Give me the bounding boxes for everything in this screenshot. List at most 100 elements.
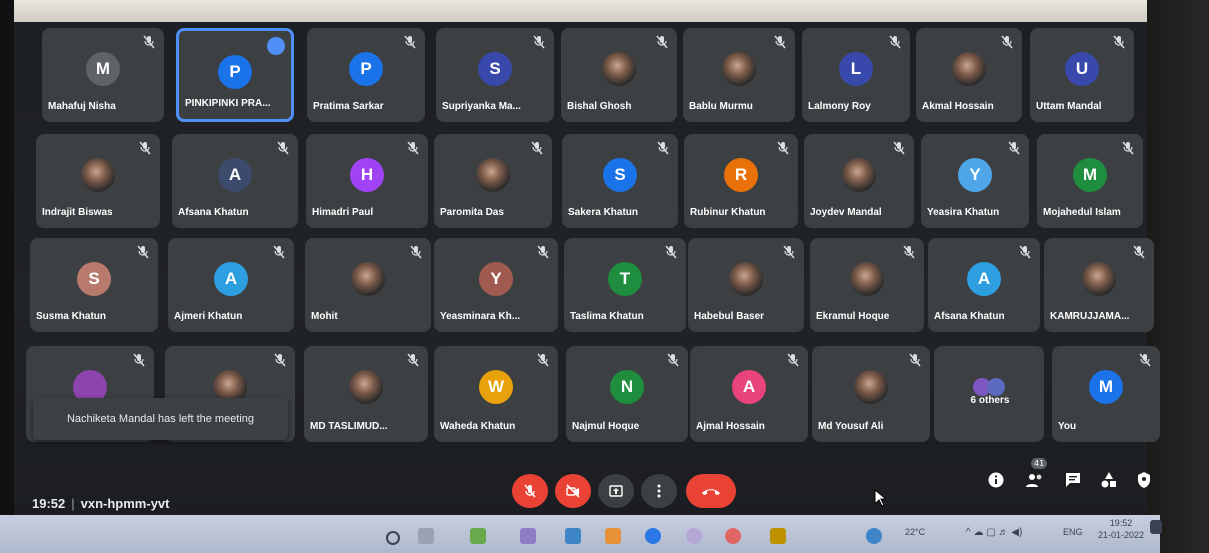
participant-tile[interactable]: S Susma Khatun xyxy=(30,238,158,332)
participant-name: Bablu Murmu xyxy=(689,101,753,112)
participant-tile[interactable]: Bablu Murmu xyxy=(683,28,795,122)
taskbar-clock[interactable]: 19:52 21-01-2022 xyxy=(1098,517,1144,541)
participant-tile[interactable]: Habebul Baser xyxy=(688,238,804,332)
meeting-details-button[interactable] xyxy=(984,468,1008,492)
search-icon[interactable] xyxy=(386,531,400,545)
participant-tile[interactable]: A Ajmal Hossain xyxy=(690,346,808,442)
mic-muted-icon xyxy=(888,34,902,49)
participant-avatar xyxy=(476,158,510,192)
app-icon[interactable] xyxy=(866,528,882,544)
participant-name: Indrajit Biswas xyxy=(42,207,113,218)
participant-tile[interactable]: Bishal Ghosh xyxy=(561,28,677,122)
people-icon xyxy=(1026,474,1042,487)
participant-tile[interactable]: P Pratima Sarkar xyxy=(307,28,425,122)
tray-icons[interactable]: ^ ☁ ▢ ♬ ◀) xyxy=(966,527,1022,538)
end-call-button[interactable] xyxy=(686,474,736,508)
mic-muted-icon xyxy=(656,140,670,155)
participant-tile[interactable]: Paromita Das xyxy=(434,134,552,228)
participant-tile[interactable]: T Taslima Khatun xyxy=(564,238,686,332)
task-view-icon[interactable] xyxy=(418,528,434,544)
mic-muted-icon xyxy=(1138,352,1152,367)
participant-name: Taslima Khatun xyxy=(570,311,644,322)
window-top-edge xyxy=(0,0,1209,22)
mic-muted-icon xyxy=(272,244,286,259)
chrome-icon[interactable] xyxy=(725,528,741,544)
edge-icon[interactable] xyxy=(645,528,661,544)
mic-muted-icon xyxy=(132,352,146,367)
activities-icon xyxy=(1101,472,1116,488)
participant-avatar xyxy=(349,370,383,404)
participant-tile[interactable]: S Supriyanka Ma... xyxy=(436,28,554,122)
mic-muted-icon xyxy=(1132,244,1146,259)
participant-name: Yeasminara Kh... xyxy=(440,311,521,322)
mic-muted-icon xyxy=(532,34,546,49)
mic-muted-icon xyxy=(403,34,417,49)
camera-off-button[interactable] xyxy=(555,474,591,508)
participant-name: Afsana Khatun xyxy=(934,311,1005,322)
mic-muted-icon xyxy=(406,352,420,367)
participant-tile[interactable]: M Mojahedul Islam xyxy=(1037,134,1143,228)
app-icon[interactable] xyxy=(770,528,786,544)
participant-tile[interactable]: Y Yeasminara Kh... xyxy=(434,238,558,332)
mic-muted-icon xyxy=(409,244,423,259)
mic-muted-icon xyxy=(655,34,669,49)
file-explorer-icon[interactable] xyxy=(605,528,621,544)
participant-tile[interactable]: Akmal Hossain xyxy=(916,28,1022,122)
participant-tile[interactable]: Y Yeasira Khatun xyxy=(921,134,1029,228)
more-options-button[interactable] xyxy=(641,474,677,508)
participant-tile[interactable]: L Lalmony Roy xyxy=(802,28,910,122)
participant-tile[interactable]: R Rubinur Khatun xyxy=(684,134,798,228)
participant-name: Najmul Hoque xyxy=(572,421,640,432)
participant-tile[interactable]: Ekramul Hoque xyxy=(810,238,924,332)
participant-tile[interactable]: M Mahafuj Nisha xyxy=(42,28,164,122)
clock-date: 21-01-2022 xyxy=(1098,530,1145,540)
mic-off-button[interactable] xyxy=(512,474,548,508)
participant-tile[interactable]: Joydev Mandal xyxy=(804,134,914,228)
participant-tile[interactable]: N Najmul Hoque xyxy=(566,346,688,442)
participant-tile[interactable]: 6 others xyxy=(934,346,1044,442)
participant-tile[interactable]: H Himadri Paul xyxy=(306,134,428,228)
participant-tile[interactable]: U Uttam Mandal xyxy=(1030,28,1134,122)
language-indicator[interactable]: ENG xyxy=(1063,527,1083,537)
app-icon[interactable] xyxy=(565,528,581,544)
app-icon[interactable] xyxy=(520,528,536,544)
activities-button[interactable] xyxy=(1097,468,1121,492)
people-button[interactable]: 41 xyxy=(1023,458,1048,492)
participant-avatar: N xyxy=(610,370,644,404)
present-screen-button[interactable] xyxy=(598,474,634,508)
participant-tile[interactable]: M You xyxy=(1052,346,1160,442)
participant-tile[interactable]: A Afsana Khatun xyxy=(928,238,1040,332)
participant-avatar xyxy=(842,158,876,192)
chat-button[interactable] xyxy=(1061,468,1085,492)
participant-name: Mahafuj Nisha xyxy=(48,101,116,112)
mic-muted-icon xyxy=(1018,244,1032,259)
host-controls-button[interactable] xyxy=(1132,468,1156,492)
participant-avatar: U xyxy=(1065,52,1099,86)
app-icon[interactable] xyxy=(470,528,486,544)
participant-tile[interactable]: P PINKIPINKI PRA... xyxy=(176,28,294,122)
participant-avatar: L xyxy=(839,52,873,86)
meeting-details[interactable]: 19:52 | vxn-hpmm-yvt xyxy=(32,496,170,511)
mouse-cursor-icon xyxy=(874,488,888,511)
participant-tile[interactable]: Md Yousuf Ali xyxy=(812,346,930,442)
notification-icon[interactable] xyxy=(1150,520,1162,534)
participant-tile[interactable]: Indrajit Biswas xyxy=(36,134,160,228)
participant-name: Yeasira Khatun xyxy=(927,207,1000,218)
weather-widget[interactable]: 22°C xyxy=(905,527,925,537)
participant-tile[interactable]: KAMRUJJAMA... xyxy=(1044,238,1154,332)
mic-muted-icon xyxy=(908,352,922,367)
participant-tile[interactable]: MD TASLIMUD... xyxy=(304,346,428,442)
mic-muted-icon xyxy=(406,140,420,155)
participant-tile[interactable]: W Waheda Khatun xyxy=(434,346,558,442)
participant-name: Ajmeri Khatun xyxy=(174,311,243,322)
participant-name: Habebul Baser xyxy=(694,311,765,322)
participant-tile[interactable]: A Afsana Khatun xyxy=(172,134,298,228)
app-icon[interactable] xyxy=(686,528,702,544)
participant-tile[interactable]: A Ajmeri Khatun xyxy=(168,238,294,332)
participant-avatar: Y xyxy=(958,158,992,192)
participant-avatar: S xyxy=(478,52,512,86)
participant-tile[interactable]: S Sakera Khatun xyxy=(562,134,678,228)
participant-avatar xyxy=(854,370,888,404)
participant-tile[interactable]: Mohit xyxy=(305,238,431,332)
left-meeting-toast: Nachiketa Mandal has left the meeting xyxy=(33,398,288,440)
